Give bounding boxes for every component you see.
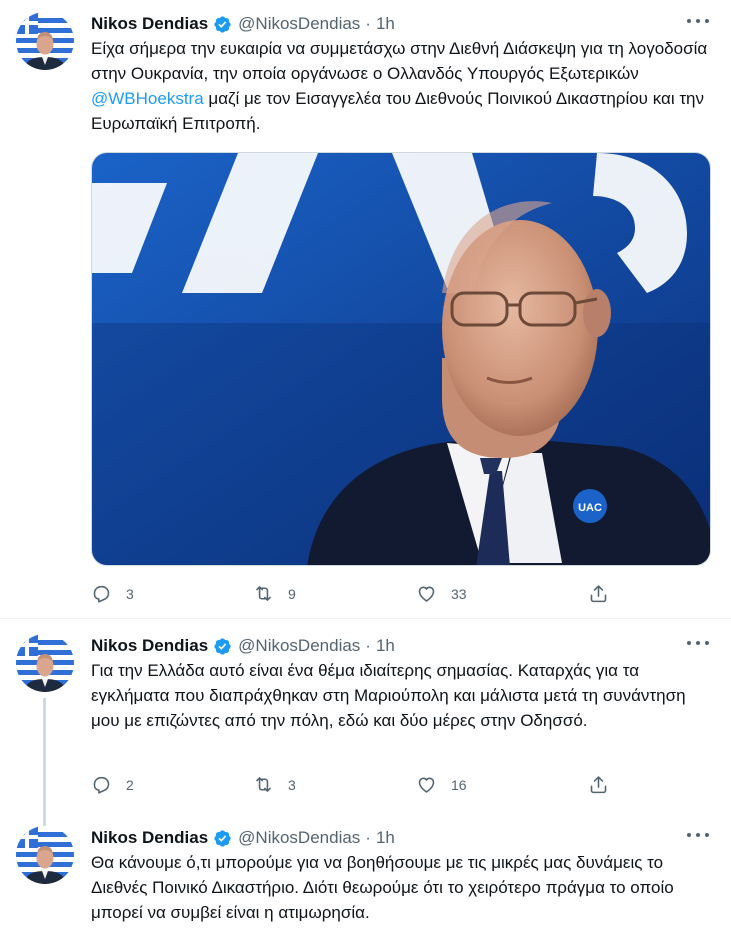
author-handle[interactable]: @NikosDendias	[238, 828, 360, 848]
reply-button[interactable]: 3	[91, 583, 134, 604]
reply-count: 3	[126, 585, 134, 602]
like-count: 33	[451, 585, 467, 602]
share-button[interactable]	[588, 583, 609, 604]
like-icon	[416, 774, 437, 795]
verified-icon	[213, 15, 232, 34]
tweet-text: Είχα σήμερα την ευκαιρία να συμμετάσχω σ…	[91, 36, 711, 136]
like-count: 16	[451, 776, 467, 793]
tweet-header: Nikos Dendias @NikosDendias · 1h	[91, 634, 395, 658]
share-icon	[588, 774, 609, 795]
share-button[interactable]	[588, 774, 609, 795]
timestamp[interactable]: 1h	[376, 828, 395, 848]
tweet-actions: 2 3 16	[91, 774, 631, 798]
more-options-icon[interactable]	[687, 14, 709, 28]
tweet-text: Για την Ελλάδα αυτό είναι ένα θέμα ιδιαί…	[91, 661, 686, 730]
separator-dot: ·	[365, 828, 371, 847]
tweet-actions: 3 9 33	[91, 583, 631, 607]
retweet-icon	[253, 774, 274, 795]
avatar-image	[16, 12, 74, 70]
more-options-icon[interactable]	[687, 828, 709, 842]
separator-dot: ·	[365, 14, 371, 33]
retweet-count: 9	[288, 585, 296, 602]
tweet-header: Nikos Dendias @NikosDendias · 1h	[91, 826, 395, 850]
like-button[interactable]: 16	[416, 774, 467, 795]
avatar-image	[16, 634, 74, 692]
author-name[interactable]: Nikos Dendias	[91, 828, 208, 848]
retweet-count: 3	[288, 776, 296, 793]
author-handle[interactable]: @NikosDendias	[238, 636, 360, 656]
author-name[interactable]: Nikos Dendias	[91, 636, 208, 656]
tweet-header: Nikos Dendias @NikosDendias · 1h	[91, 12, 395, 36]
author-handle[interactable]: @NikosDendias	[238, 14, 360, 34]
tweet-text: Θα κάνουμε ό,τι μπορούμε για να βοηθήσου…	[91, 853, 674, 922]
pin-badge-text: UAC	[578, 502, 602, 514]
share-icon	[588, 583, 609, 604]
tweet-divider	[0, 618, 731, 619]
photo-image: UAC	[92, 153, 710, 565]
like-icon	[416, 583, 437, 604]
more-options-icon[interactable]	[687, 636, 709, 650]
tweet-text-part: Είχα σήμερα την ευκαιρία να συμμετάσχω σ…	[91, 39, 708, 83]
tweet-photo[interactable]: UAC	[91, 152, 711, 566]
reply-count: 2	[126, 776, 134, 793]
retweet-icon	[253, 583, 274, 604]
reply-icon	[91, 583, 112, 604]
retweet-button[interactable]: 3	[253, 774, 296, 795]
like-button[interactable]: 33	[416, 583, 467, 604]
avatar[interactable]	[16, 826, 74, 884]
avatar[interactable]	[16, 634, 74, 692]
verified-icon	[213, 829, 232, 848]
timestamp[interactable]: 1h	[376, 636, 395, 656]
avatar-image	[16, 826, 74, 884]
verified-icon	[213, 637, 232, 656]
avatar[interactable]	[16, 12, 74, 70]
author-name[interactable]: Nikos Dendias	[91, 14, 208, 34]
retweet-button[interactable]: 9	[253, 583, 296, 604]
reply-button[interactable]: 2	[91, 774, 134, 795]
timestamp[interactable]: 1h	[376, 14, 395, 34]
mention-link[interactable]: @WBHoekstra	[91, 89, 204, 108]
separator-dot: ·	[365, 636, 371, 655]
reply-icon	[91, 774, 112, 795]
